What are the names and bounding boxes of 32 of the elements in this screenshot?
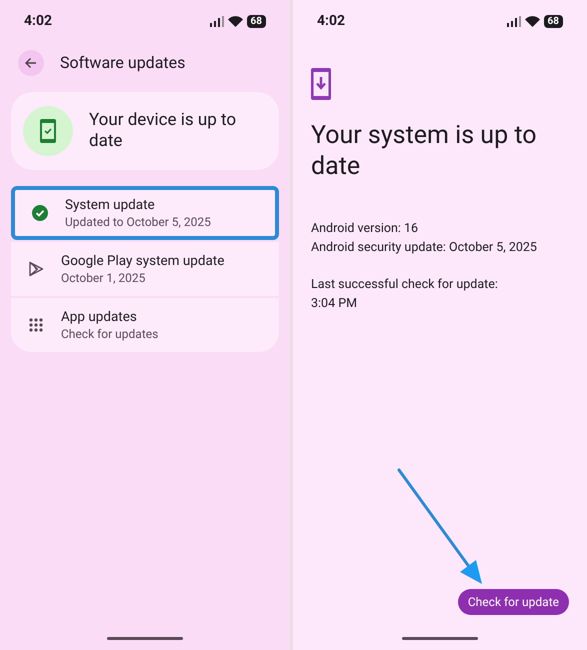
back-button[interactable] (18, 50, 44, 76)
phone-check-icon (23, 106, 73, 156)
back-arrow-icon (25, 57, 37, 69)
phone-download-icon (311, 68, 331, 100)
update-list-item[interactable]: Google Play system update October 1, 2025 (11, 242, 279, 296)
item-title: System update (65, 196, 156, 214)
item-title: App updates (61, 308, 138, 326)
item-subtitle: Updated to October 5, 2025 (65, 214, 211, 230)
play-icon (28, 261, 44, 277)
status-message: Your device is up to date (89, 110, 238, 152)
signal-icon (506, 16, 521, 26)
item-subtitle: October 1, 2025 (61, 270, 146, 286)
battery-indicator: 68 (246, 14, 266, 28)
status-time: 4:02 (317, 12, 346, 30)
check-for-update-button[interactable]: Check for update (458, 589, 569, 615)
battery-indicator: 68 (544, 14, 563, 28)
update-list-item[interactable]: App updates Check for updates (11, 298, 279, 352)
status-time: 4:02 (24, 12, 52, 30)
wifi-icon (524, 16, 540, 26)
item-title: Google Play system update (61, 252, 224, 270)
version-info: Android security update: October 5, 2025 (311, 239, 538, 257)
version-info: Android version: 16 (311, 220, 420, 238)
page-title: Software updates (60, 52, 186, 74)
signal-icon (210, 16, 224, 26)
grid-icon (29, 318, 43, 332)
wifi-icon (228, 16, 243, 26)
update-list-item[interactable]: System update Updated to October 5, 2025 (11, 186, 279, 240)
item-subtitle: Check for updates (61, 326, 158, 342)
last-check-info: 3:04 PM (311, 295, 358, 313)
system-status-title: Your system is up to date (310, 120, 538, 182)
last-check-info: Last successful check for update: (311, 276, 499, 294)
check-circle-icon (32, 205, 48, 221)
